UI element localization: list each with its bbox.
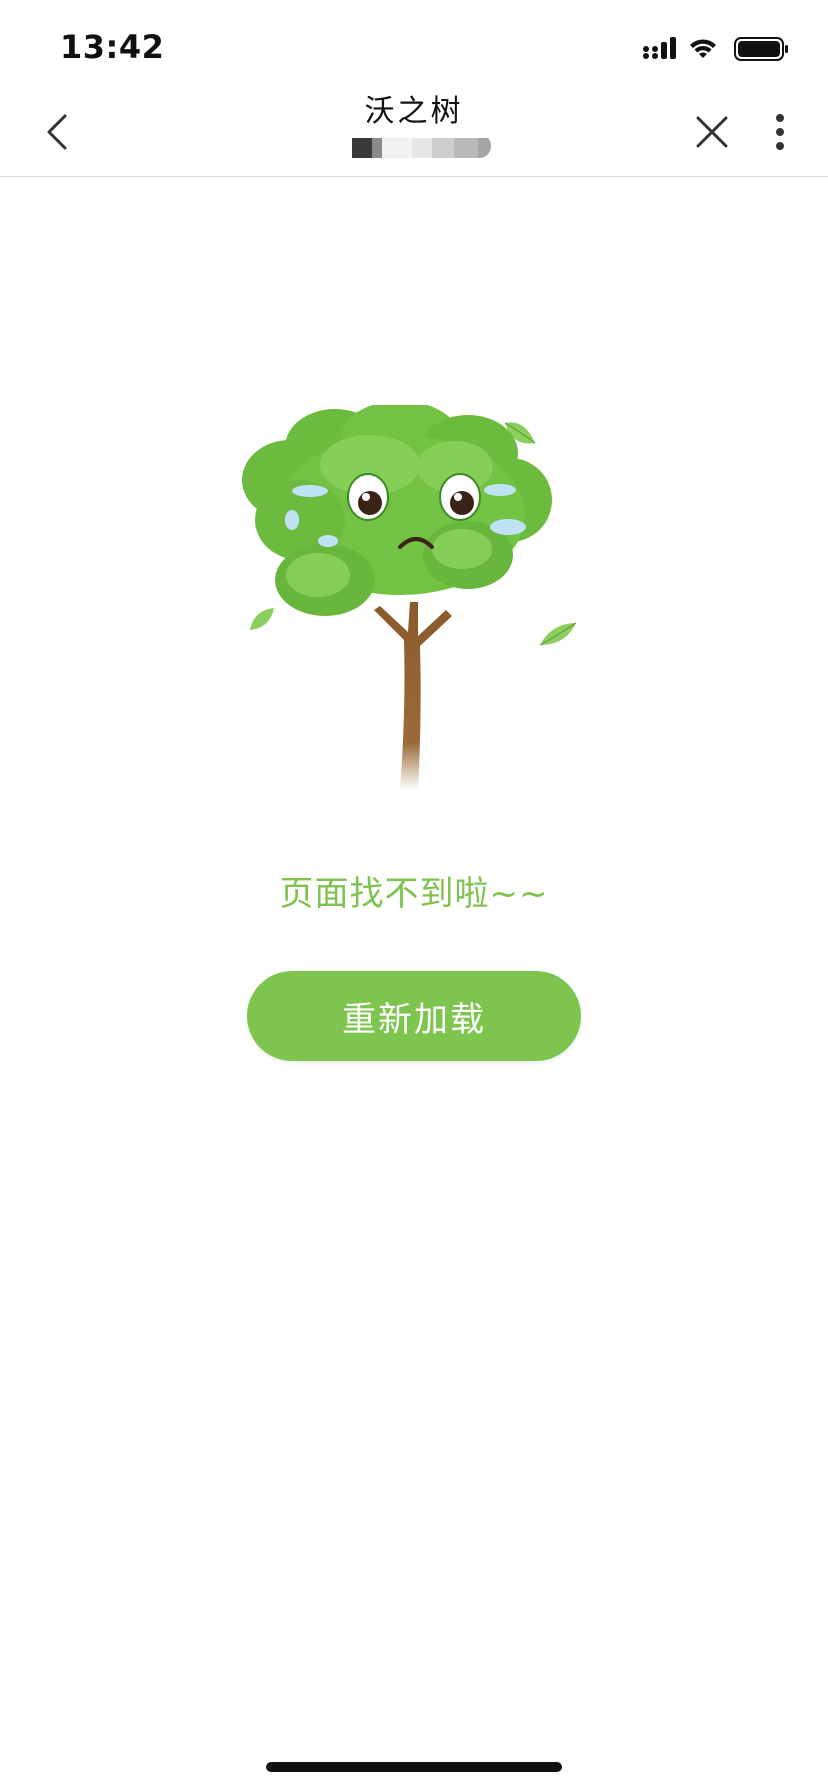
sad-tree-svg [242,401,577,790]
leaf-icon [250,608,274,630]
status-icons [642,34,792,64]
close-icon [696,116,728,148]
status-time: 13:42 [60,28,165,66]
redacted-block [352,138,492,158]
nav-bar: 沃之树 [0,86,828,177]
reload-button[interactable]: 重新加载 [247,971,581,1061]
status-bar: 13:42 [0,0,828,86]
leaf-icon [539,622,577,646]
home-indicator[interactable] [266,1762,562,1772]
error-message: 页面找不到啦~~ [279,874,549,914]
cellular-signal-icon [643,37,676,59]
close-button[interactable] [684,104,740,160]
more-vertical-icon [776,114,784,150]
battery-icon [734,37,788,61]
more-button[interactable] [760,104,800,160]
sad-tree-illustration [240,401,590,795]
status-icons-svg [643,37,788,61]
redacted-subtitle [330,136,505,158]
tree-trunk [374,602,452,790]
wifi-icon [690,39,716,58]
